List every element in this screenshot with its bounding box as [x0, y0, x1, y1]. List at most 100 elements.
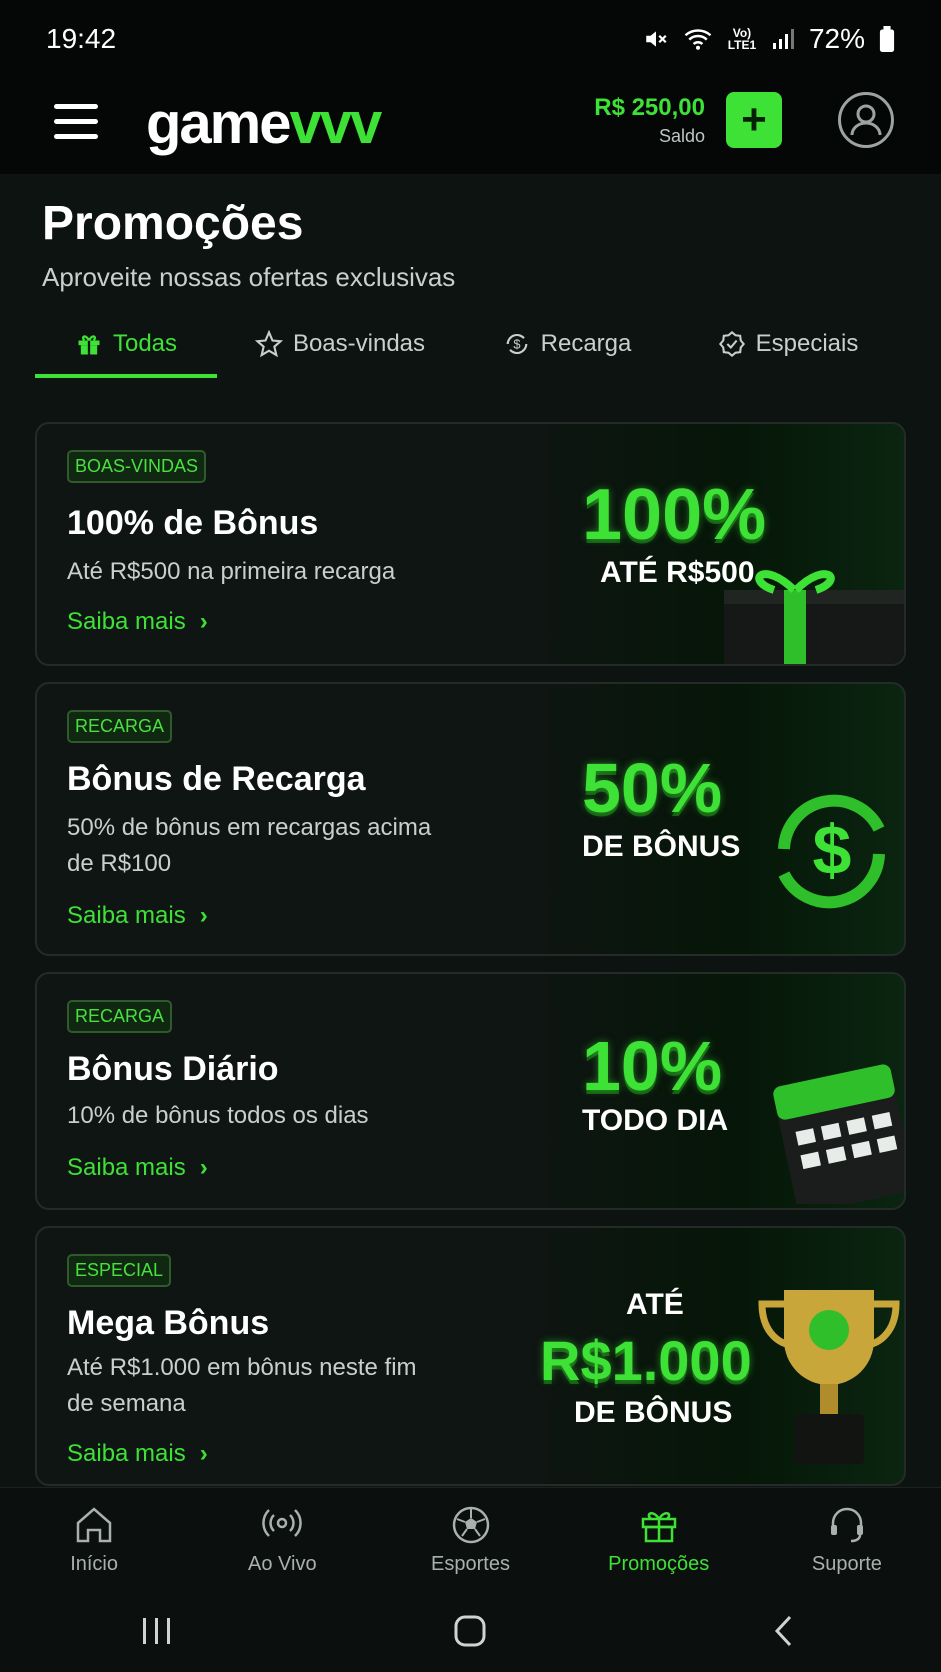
nav-label: Esportes [431, 1552, 510, 1575]
app-header: gamevvv R$ 250,00 Saldo + [0, 78, 941, 174]
art-headline: 50% [582, 749, 723, 827]
promo-card[interactable]: BOAS-VINDAS 100% de Bônus Até R$500 na p… [35, 422, 906, 666]
tab-boas-vindas[interactable]: Boas-vindas [217, 310, 463, 378]
art-top-caption: ATÉ [626, 1288, 684, 1321]
main-content: Promoções Aproveite nossas ofertas exclu… [0, 174, 941, 1487]
app-logo[interactable]: gamevvv [146, 90, 383, 157]
tab-label: Boas-vindas [292, 330, 426, 357]
art-headline: R$1.000 [540, 1329, 752, 1392]
saiba-mais-link[interactable]: Saiba mais › [67, 608, 208, 636]
home-button[interactable] [430, 1606, 510, 1656]
badge-check-icon [718, 330, 745, 358]
promo-art: 100% ATÉ R$500 [574, 424, 904, 664]
balance-amount: R$ 250,00 [594, 94, 705, 121]
plus-icon: + [741, 95, 767, 144]
promo-card[interactable]: RECARGA Bônus de Recarga 50% de bônus em… [35, 682, 906, 956]
star-icon [254, 330, 283, 358]
refresh-dollar-icon: $ [506, 333, 528, 355]
tab-todas[interactable]: Todas [35, 310, 217, 378]
soccer-ball-icon [452, 1506, 489, 1543]
status-bar: 19:42 Vo) LTE1 72% [0, 0, 941, 78]
art-headline: 100% [582, 475, 767, 555]
dollar-cycle-icon: $ [778, 794, 885, 909]
mute-icon [646, 31, 667, 47]
user-icon [850, 104, 882, 136]
promo-badge: ESPECIAL [67, 1254, 172, 1287]
chevron-right-icon: › [199, 1154, 208, 1181]
logo-text-vvv: vvv [289, 91, 383, 156]
balance: R$ 250,00 Saldo [594, 94, 705, 147]
promo-art: 50% DE BÔNUS $ [574, 684, 904, 954]
saiba-mais-link[interactable]: Saiba mais › [67, 902, 208, 930]
saiba-mais-link[interactable]: Saiba mais › [67, 1440, 208, 1468]
chevron-right-icon: › [199, 902, 208, 929]
tab-recarga[interactable]: $ Recarga [463, 310, 671, 378]
saiba-mais-link[interactable]: Saiba mais › [67, 1154, 208, 1182]
headset-icon [830, 1507, 863, 1542]
svg-text:$: $ [813, 811, 852, 889]
status-time: 19:42 [46, 23, 117, 54]
nav-suporte[interactable]: Suporte [753, 1488, 941, 1590]
menu-icon-bar [54, 104, 98, 109]
home-circle-icon [454, 1615, 486, 1647]
promo-title: Bônus Diário [67, 1050, 279, 1088]
home-icon [76, 1506, 112, 1542]
link-label: Saiba mais [67, 608, 186, 635]
battery-icon [879, 26, 895, 52]
menu-icon-bar [54, 119, 98, 124]
logo-text-game: game [146, 91, 292, 156]
recent-apps-button[interactable] [117, 1606, 197, 1656]
wifi-icon [684, 29, 712, 50]
promo-title: Mega Bônus [67, 1304, 270, 1342]
promo-card[interactable]: RECARGA Bônus Diário 10% de bônus todos … [35, 972, 906, 1210]
art-caption: DE BÔNUS [582, 830, 741, 863]
promo-badge: BOAS-VINDAS [67, 450, 207, 483]
gift-box-icon [724, 570, 904, 664]
promo-description: 50% de bônus em recargas acima de R$100 [67, 814, 432, 877]
gift-icon [78, 335, 100, 355]
nav-label: Promoções [608, 1552, 710, 1575]
profile-button[interactable] [838, 92, 894, 148]
nav-label: Suporte [811, 1552, 882, 1575]
tab-label: Especiais [755, 330, 859, 357]
svg-text:$: $ [513, 337, 520, 352]
promo-badge: RECARGA [67, 710, 173, 743]
tab-label: Todas [112, 330, 178, 357]
nav-ao-vivo[interactable]: Ao Vivo [188, 1488, 376, 1590]
link-label: Saiba mais [67, 1440, 186, 1467]
trophy-icon [758, 1290, 900, 1464]
art-caption: TODO DIA [582, 1104, 729, 1137]
bottom-nav: Início Ao Vivo Esportes Promoções Suport… [0, 1487, 941, 1590]
battery-level: 72% [808, 23, 865, 54]
promo-art: ATÉ R$1.000 DE BÔNUS [534, 1228, 904, 1484]
nav-label: Ao Vivo [248, 1552, 317, 1575]
menu-button[interactable] [54, 104, 98, 140]
chevron-right-icon: › [199, 608, 208, 635]
promo-tabs: Todas Boas-vindas $ Recarga Especiais [35, 310, 905, 378]
network-type: Vo) LTE1 [727, 26, 757, 52]
live-icon [262, 1508, 303, 1537]
nav-promocoes[interactable]: Promoções [565, 1488, 753, 1590]
promo-card[interactable]: ESPECIAL Mega Bônus Até R$1.000 em bônus… [35, 1226, 906, 1486]
page-title: Promoções [42, 197, 304, 250]
tab-especiais[interactable]: Especiais [671, 310, 905, 378]
art-caption: DE BÔNUS [574, 1396, 733, 1429]
calendar-icon [773, 1064, 904, 1204]
promo-title: 100% de Bônus [67, 504, 319, 542]
promo-description: 10% de bônus todos os dias [67, 1102, 369, 1129]
system-nav-bar [0, 1590, 941, 1672]
promo-art: 10% TODO DIA [574, 974, 904, 1208]
balance-label: Saldo [658, 126, 705, 146]
art-headline: 10% [582, 1027, 723, 1105]
deposit-button[interactable]: + [726, 92, 782, 148]
page-subtitle: Aproveite nossas ofertas exclusivas [42, 262, 456, 292]
tab-label: Recarga [540, 330, 632, 357]
promo-badge: RECARGA [67, 1000, 173, 1033]
nav-esportes[interactable]: Esportes [376, 1488, 564, 1590]
link-label: Saiba mais [67, 1154, 186, 1181]
nav-label: Início [70, 1552, 118, 1575]
menu-icon-bar [54, 134, 98, 139]
chevron-right-icon: › [199, 1440, 208, 1467]
nav-inicio[interactable]: Início [0, 1488, 188, 1590]
back-button[interactable] [744, 1606, 824, 1656]
